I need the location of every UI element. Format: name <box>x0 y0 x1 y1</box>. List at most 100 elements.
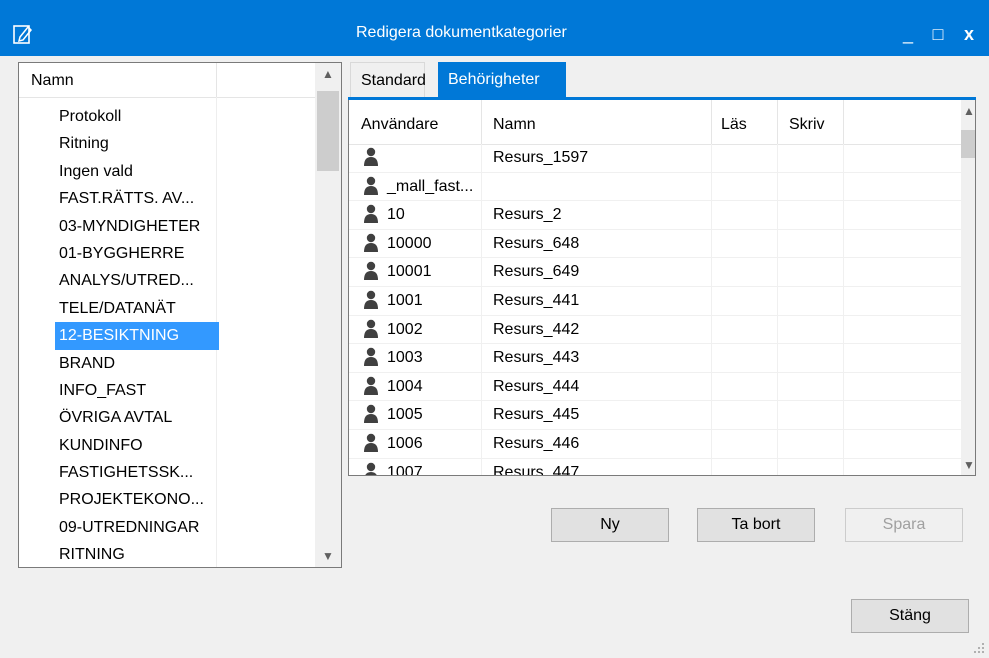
user-icon <box>364 147 378 166</box>
table-row[interactable]: Resurs_1597 <box>349 144 961 173</box>
cell-name: Resurs_2 <box>493 206 562 224</box>
list-item[interactable]: 09-UTREDNINGAR <box>55 514 219 541</box>
category-list-header[interactable]: Namn <box>19 63 315 98</box>
cell-user: 10 <box>387 206 405 224</box>
category-list[interactable]: Namn Protokoll Ritning Ingen vald FAST.RÄTT… <box>18 62 342 568</box>
table-row[interactable]: 1001 Resurs_441 <box>349 287 961 316</box>
scroll-down-icon[interactable]: ▼ <box>315 545 341 567</box>
cell-user: 1006 <box>387 434 423 452</box>
list-item[interactable]: PROJEKTEKONO... <box>55 486 219 513</box>
table-row[interactable]: 10000 Resurs_648 <box>349 230 961 259</box>
grid-scrollbar[interactable]: ▲ ▼ <box>961 100 975 475</box>
table-row[interactable]: 1005 Resurs_445 <box>349 401 961 430</box>
list-item[interactable]: Ingen vald <box>55 158 219 185</box>
column-header-anvandare[interactable]: Användare <box>361 116 438 134</box>
list-item[interactable]: 03-MYNDIGHETER <box>55 213 219 240</box>
column-separator <box>711 100 712 144</box>
table-row[interactable]: 10001 Resurs_649 <box>349 258 961 287</box>
column-header-skriv[interactable]: Skriv <box>789 116 825 134</box>
grid-rows: Resurs_1597 _mall_fast... 10 Resurs_2 10000 R… <box>349 144 961 476</box>
user-icon <box>364 376 378 395</box>
column-header-las[interactable]: Läs <box>721 116 747 134</box>
cell-name: Resurs_446 <box>493 434 580 452</box>
table-row[interactable]: 1006 Resurs_446 <box>349 430 961 459</box>
table-row[interactable]: 1007 Resurs_447 <box>349 459 961 476</box>
cell-name: Resurs_648 <box>493 234 580 252</box>
permissions-grid[interactable]: Användare Namn Läs Skriv Resurs_1597 _mal… <box>348 100 976 476</box>
cell-name: Resurs_444 <box>493 377 580 395</box>
scroll-thumb[interactable] <box>317 91 339 171</box>
table-row[interactable]: _mall_fast... <box>349 173 961 202</box>
cell-name: Resurs_442 <box>493 320 580 338</box>
cell-user: 1003 <box>387 349 423 367</box>
user-icon <box>365 462 377 475</box>
edit-document-icon <box>13 25 33 44</box>
column-separator <box>777 100 778 144</box>
new-button[interactable]: Ny <box>551 508 669 542</box>
grid-header: Användare Namn Läs Skriv <box>349 100 961 145</box>
window-title: Redigera dokumentkategorier <box>356 24 567 41</box>
column-separator <box>216 63 217 97</box>
list-item[interactable]: FASTIGHETSSK... <box>55 459 219 486</box>
user-icon <box>364 433 378 452</box>
cell-user: _mall_fast... <box>387 177 474 195</box>
table-row[interactable]: 1004 Resurs_444 <box>349 373 961 402</box>
cell-name: Resurs_443 <box>493 349 580 367</box>
cell-user: 1002 <box>387 320 423 338</box>
scroll-up-icon[interactable]: ▲ <box>315 63 341 85</box>
column-header-namn[interactable]: Namn <box>493 116 536 134</box>
tab-behorigheter[interactable]: Behörigheter <box>438 62 566 98</box>
list-item[interactable]: TELE/DATANÄT <box>55 295 219 322</box>
save-button[interactable]: Spara <box>845 508 963 542</box>
table-row[interactable]: 1003 Resurs_443 <box>349 344 961 373</box>
cell-name: Resurs_441 <box>493 291 580 309</box>
table-row[interactable]: 10 Resurs_2 <box>349 201 961 230</box>
list-item[interactable]: 12-BESIKTNING <box>55 322 219 350</box>
user-icon <box>364 290 378 309</box>
list-item[interactable]: FAST.RÄTTS. AV... <box>55 185 219 212</box>
column-separator <box>481 100 482 144</box>
user-icon <box>364 347 378 367</box>
maximize-button[interactable]: □ <box>926 22 950 46</box>
close-window-button[interactable]: x <box>957 22 981 46</box>
list-item[interactable]: BRAND <box>55 350 219 377</box>
scroll-thumb[interactable] <box>961 130 975 158</box>
cell-name: Resurs_649 <box>493 263 580 281</box>
list-item[interactable]: RITNING <box>55 541 219 567</box>
list-item[interactable]: ÖVRIGA AVTAL <box>55 404 219 431</box>
user-icon <box>364 262 378 281</box>
cell-name: Resurs_445 <box>493 406 580 424</box>
list-item[interactable]: 01-BYGGHERRE <box>55 240 219 267</box>
cell-user: 1001 <box>387 291 423 309</box>
column-separator <box>843 100 844 144</box>
user-icon <box>364 319 378 338</box>
cell-user: 1005 <box>387 406 423 424</box>
list-item[interactable]: INFO_FAST <box>55 377 219 404</box>
delete-button[interactable]: Ta bort <box>697 508 815 542</box>
cell-user: 1004 <box>387 377 423 395</box>
category-list-scrollbar[interactable]: ▲ ▼ <box>315 63 341 567</box>
cell-user: 10001 <box>387 263 432 281</box>
user-icon <box>364 204 378 224</box>
table-row[interactable]: 1002 Resurs_442 <box>349 316 961 345</box>
tab-standard[interactable]: Standard <box>350 62 426 98</box>
scroll-up-icon[interactable]: ▲ <box>961 100 975 122</box>
list-item[interactable]: ANALYS/UTRED... <box>55 267 219 294</box>
column-header-namn[interactable]: Namn <box>31 72 74 90</box>
title-bar: Redigera dokumentkategorier _ □ x <box>0 0 989 56</box>
list-item[interactable]: KUNDINFO <box>55 432 219 459</box>
scroll-down-icon[interactable]: ▼ <box>961 454 975 475</box>
minimize-button[interactable]: _ <box>896 22 920 46</box>
category-items: Protokoll Ritning Ingen vald FAST.RÄTTS. AV… <box>55 103 219 567</box>
list-item[interactable]: Ritning <box>55 130 219 157</box>
cell-user: 1007 <box>387 463 423 476</box>
user-icon <box>364 233 378 252</box>
user-icon <box>364 405 378 424</box>
list-item[interactable]: Protokoll <box>55 103 219 130</box>
cell-user: 10000 <box>387 234 432 252</box>
resize-grip-icon[interactable] <box>973 642 985 654</box>
close-button[interactable]: Stäng <box>851 599 969 633</box>
user-icon <box>364 176 378 195</box>
cell-name: Resurs_447 <box>493 463 580 476</box>
cell-name: Resurs_1597 <box>493 149 589 166</box>
